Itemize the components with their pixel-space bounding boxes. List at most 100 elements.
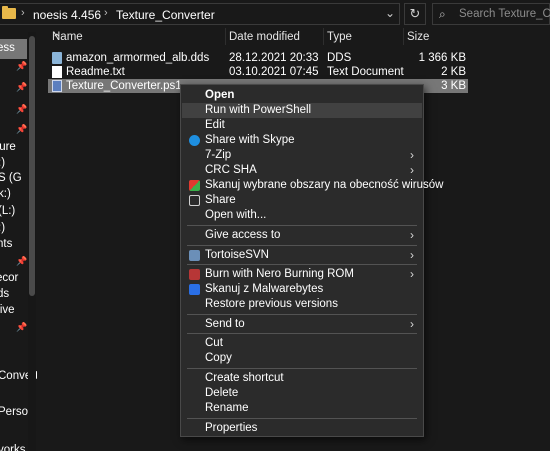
column-date-label: Date modified — [229, 31, 300, 43]
file-type: Text Document — [327, 66, 404, 78]
chevron-right-icon[interactable]: › — [104, 7, 108, 19]
chevron-right-icon: › — [410, 228, 414, 242]
menu-item-label: Edit — [205, 119, 225, 131]
nav-item[interactable]: ture — [0, 141, 16, 153]
menu-item-label: CRC SHA — [205, 164, 257, 176]
file-row[interactable]: Readme.txt 03.10.2021 07:45 Text Documen… — [48, 65, 468, 79]
menu-item-label: Skanuj z Malwarebytes — [205, 283, 324, 295]
menu-item-label: Open — [205, 89, 235, 101]
column-size-label: Size — [407, 31, 430, 43]
search-box[interactable]: ⌕ Search Texture_Converter — [432, 3, 550, 25]
share-icon — [189, 195, 200, 206]
menu-item-cut[interactable]: Cut — [182, 336, 422, 351]
menu-item-antivirus-scan[interactable]: Skanuj wybrane obszary na obecność wirus… — [182, 178, 443, 193]
menu-item-label: Copy — [205, 352, 232, 364]
menu-item-send-to[interactable]: Send to › — [182, 317, 422, 332]
breadcrumb-item[interactable]: noesis 4.456 — [33, 8, 101, 22]
file-type: DDS — [327, 52, 352, 64]
menu-item-label: TortoiseSVN — [205, 249, 269, 261]
column-header-name[interactable]: Name ⌃ — [52, 28, 226, 45]
scrollbar-thumb[interactable] — [29, 36, 35, 296]
antivirus-icon — [189, 180, 200, 191]
file-size: 1 366 KB — [418, 52, 466, 64]
menu-item-7zip[interactable]: 7-Zip › — [182, 148, 422, 163]
column-header-type[interactable]: Type — [327, 28, 404, 45]
menu-item-share[interactable]: Share — [182, 193, 422, 208]
nav-item[interactable]: ecor — [0, 272, 18, 284]
nav-item[interactable]: :) — [0, 157, 5, 169]
menu-divider — [187, 264, 417, 265]
chevron-right-icon: › — [410, 148, 414, 162]
menu-item-label: Send to — [205, 318, 245, 330]
search-icon: ⌕ — [439, 7, 446, 21]
folder-icon — [2, 6, 16, 19]
chevron-right-icon[interactable]: › — [21, 7, 25, 19]
menu-divider — [187, 245, 417, 246]
menu-item-label: Give access to — [205, 229, 281, 241]
nav-item[interactable]: nts — [0, 238, 12, 250]
menu-item-tortoisesvn[interactable]: TortoiseSVN › — [182, 248, 422, 263]
chevron-right-icon: › — [410, 267, 414, 281]
menu-item-run-powershell[interactable]: Run with PowerShell — [182, 103, 422, 118]
pin-icon: 📌 — [16, 104, 28, 114]
file-date: 03.10.2021 07:45 — [229, 66, 319, 78]
nav-item[interactable]: (L:) — [0, 205, 15, 217]
menu-item-label: Restore previous versions — [205, 298, 338, 310]
text-file-icon — [52, 66, 62, 78]
menu-item-label: Cut — [205, 337, 223, 349]
menu-item-open[interactable]: Open — [182, 88, 422, 103]
nav-item[interactable]: :) — [0, 222, 5, 234]
file-row[interactable]: amazon_armormed_alb.dds 28.12.2021 20:33… — [48, 51, 468, 65]
breadcrumb-item[interactable]: Texture_Converter — [116, 8, 215, 22]
menu-item-edit[interactable]: Edit — [182, 118, 422, 133]
menu-item-give-access[interactable]: Give access to › — [182, 228, 422, 243]
image-file-icon — [52, 52, 62, 64]
menu-item-label: Skanuj wybrane obszary na obecność wirus… — [205, 179, 444, 191]
pin-icon: 📌 — [16, 61, 28, 71]
menu-item-malwarebytes[interactable]: Skanuj z Malwarebytes — [182, 282, 422, 297]
powershell-file-icon — [52, 80, 62, 92]
menu-item-delete[interactable]: Delete — [182, 386, 422, 401]
menu-item-share-skype[interactable]: Share with Skype — [182, 133, 422, 148]
skype-icon — [189, 135, 200, 146]
menu-item-create-shortcut[interactable]: Create shortcut — [182, 371, 422, 386]
menu-item-properties[interactable]: Properties — [182, 421, 422, 436]
nav-item[interactable]: rive — [0, 304, 15, 316]
menu-item-label: Properties — [205, 422, 258, 434]
nav-item[interactable]: S (G — [0, 172, 22, 184]
malwarebytes-icon — [189, 284, 200, 295]
menu-item-label: Delete — [205, 387, 239, 399]
menu-item-rename[interactable]: Rename — [182, 401, 422, 416]
file-name: Texture_Converter.ps1 — [66, 80, 182, 92]
pin-icon: 📌 — [16, 82, 28, 92]
menu-item-label: 7-Zip — [205, 149, 232, 161]
menu-item-nero-burn[interactable]: Burn with Nero Burning ROM › — [182, 267, 422, 282]
menu-item-copy[interactable]: Copy — [182, 351, 422, 366]
menu-item-label: Run with PowerShell — [205, 104, 312, 116]
file-size: 3 KB — [441, 80, 466, 92]
pin-icon: 📌 — [16, 256, 28, 266]
search-input[interactable]: Search Texture_Converter — [459, 8, 550, 20]
menu-divider — [187, 225, 417, 226]
menu-item-crc-sha[interactable]: CRC SHA › — [182, 163, 422, 178]
chevron-down-icon[interactable]: ⌄ — [385, 6, 395, 20]
menu-item-open-with[interactable]: Open with... — [182, 208, 422, 223]
address-bar[interactable]: › noesis 4.456 › Texture_Converter ⌄ — [0, 3, 400, 25]
menu-item-label: Create shortcut — [205, 372, 284, 384]
nav-item[interactable]: ess — [0, 42, 15, 54]
pin-icon: 📌 — [16, 124, 28, 134]
nav-scrollbar[interactable] — [28, 32, 36, 451]
column-header-size[interactable]: Size — [407, 28, 459, 45]
column-type-label: Type — [327, 31, 352, 43]
menu-item-label: Share with Skype — [205, 134, 295, 146]
nav-item[interactable]: ds — [0, 288, 9, 300]
nero-icon — [189, 269, 200, 280]
menu-divider — [187, 314, 417, 315]
nav-item[interactable]: k:) — [0, 188, 11, 200]
menu-divider — [187, 418, 417, 419]
refresh-button[interactable]: ↻ — [404, 3, 426, 25]
column-header-date[interactable]: Date modified — [229, 28, 324, 45]
menu-item-restore-versions[interactable]: Restore previous versions — [182, 297, 422, 312]
address-bar-row: › noesis 4.456 › Texture_Converter ⌄ ↻ ⌕… — [0, 0, 550, 28]
nav-item[interactable]: vorks — [0, 444, 25, 451]
